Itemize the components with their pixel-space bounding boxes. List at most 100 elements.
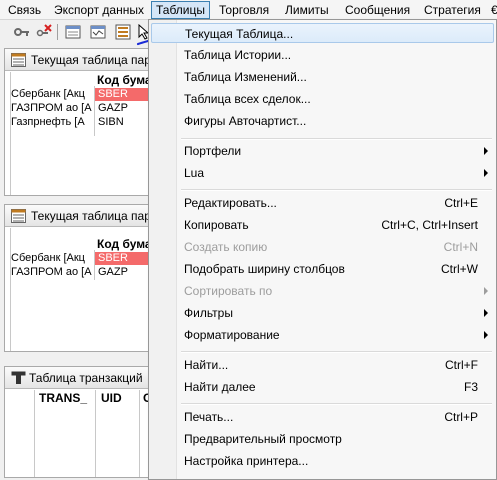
- menu-item-label: Портфели: [184, 144, 242, 158]
- menu-item-create-copy: Создать копию Ctrl+N: [151, 237, 494, 257]
- menu-more[interactable]: €: [487, 1, 497, 19]
- menu-item-label: Форматирование: [184, 328, 280, 342]
- menu-item-label: Подобрать ширину столбцов: [184, 262, 345, 276]
- menu-item-shortcut: F3: [463, 380, 478, 394]
- menu-separator: [181, 403, 492, 405]
- menu-item-edit[interactable]: Редактировать... Ctrl+E: [151, 193, 494, 213]
- key-icon[interactable]: [14, 24, 30, 40]
- table-icon: [11, 209, 26, 223]
- menu-item-label: Таблица Истории...: [184, 48, 292, 62]
- current-table-panel-2: Текущая таблица пар Код бума Сбербанк [А…: [4, 204, 154, 352]
- menu-item-shortcut: Ctrl+F: [445, 358, 478, 372]
- panel-title-bar[interactable]: Таблица транзакций: [5, 367, 153, 389]
- window-icon[interactable]: [90, 24, 106, 40]
- menu-item-label: Фигуры Авточартист...: [184, 114, 307, 128]
- menu-item-label: Редактировать...: [184, 196, 277, 210]
- panel-title: Текущая таблица пар: [31, 53, 151, 67]
- menu-strategy[interactable]: Стратегия: [420, 1, 485, 19]
- panel-grid: Код бума Сбербанк [Акц SBER ГАЗПРОМ ао […: [5, 72, 153, 195]
- menu-export[interactable]: Экспорт данных: [50, 1, 148, 19]
- column-divider: [95, 390, 96, 477]
- menu-item-print[interactable]: Печать... Ctrl+P: [151, 407, 494, 427]
- menu-item-changes-table[interactable]: Таблица Изменений...: [151, 67, 494, 87]
- transactions-panel: Таблица транзакций TRANS_ UID C: [4, 366, 154, 478]
- menu-item-label: Печать...: [184, 410, 234, 424]
- menu-item-find-next[interactable]: Найти далее F3: [151, 377, 494, 397]
- menu-item-shortcut: Ctrl+N: [443, 240, 478, 254]
- menu-item-label: Таблица Изменений...: [184, 70, 307, 84]
- list-icon[interactable]: [115, 24, 131, 40]
- menu-item-all-trades-table[interactable]: Таблица всех сделок...: [151, 89, 494, 109]
- row-code[interactable]: SBER: [95, 88, 153, 101]
- menu-svyaz[interactable]: Связь: [4, 1, 45, 19]
- menu-item-label: Текущая Таблица...: [185, 27, 294, 41]
- panel-grid: Код бума Сбербанк [Акц SBER ГАЗПРОМ ао […: [5, 228, 153, 351]
- menu-item-sort-by: Сортировать по: [151, 281, 494, 301]
- transactions-icon: [11, 371, 26, 384]
- column-header[interactable]: UID: [101, 391, 137, 405]
- panel-title-bar[interactable]: Текущая таблица пар: [5, 205, 153, 227]
- submenu-arrow-icon: [484, 147, 488, 155]
- row-header-strip: [5, 390, 35, 477]
- panel-title: Текущая таблица пар: [31, 209, 151, 223]
- panel-grid: TRANS_ UID C: [5, 390, 153, 477]
- panel-title: Таблица транзакций: [29, 371, 143, 385]
- menu-item-label: Копировать: [184, 218, 249, 232]
- row-name[interactable]: ГАЗПРОМ ао [А: [11, 266, 93, 279]
- menu-separator: [181, 351, 492, 353]
- menu-item-label: Таблица всех сделок...: [184, 92, 311, 106]
- submenu-arrow-icon: [484, 287, 488, 295]
- menu-item-formatting[interactable]: Форматирование: [151, 325, 494, 345]
- menu-separator: [181, 138, 492, 140]
- menu-item-printer-setup[interactable]: Настройка принтера...: [151, 451, 494, 471]
- menu-item-label: Создать копию: [184, 240, 268, 254]
- menu-item-shortcut: Ctrl+P: [444, 410, 478, 424]
- tables-dropdown-menu: Текущая Таблица... Таблица Истории... Та…: [148, 19, 497, 480]
- menu-item-label: Найти...: [184, 358, 229, 372]
- menu-item-portfolios[interactable]: Портфели: [151, 141, 494, 161]
- menu-item-history-table[interactable]: Таблица Истории...: [151, 45, 494, 65]
- row-code[interactable]: GAZP: [95, 266, 153, 279]
- menu-limits[interactable]: Лимиты: [281, 1, 333, 19]
- menu-item-lua[interactable]: Lua: [151, 163, 494, 183]
- column-header-code[interactable]: Код бума: [97, 237, 153, 251]
- disconnect-icon[interactable]: [36, 24, 52, 40]
- menu-item-copy[interactable]: Копировать Ctrl+C, Ctrl+Insert: [151, 215, 494, 235]
- row-name[interactable]: Сбербанк [Акц: [11, 88, 93, 101]
- menu-messages[interactable]: Сообщения: [341, 1, 414, 19]
- menu-item-fit-columns[interactable]: Подобрать ширину столбцов Ctrl+W: [151, 259, 494, 279]
- row-name[interactable]: Газпрнефть [А: [11, 116, 93, 129]
- menu-trading[interactable]: Торговля: [215, 1, 273, 19]
- menu-item-find[interactable]: Найти... Ctrl+F: [151, 355, 494, 375]
- menu-item-current-table[interactable]: Текущая Таблица...: [151, 23, 494, 43]
- toolbar-separator: [57, 24, 58, 40]
- menu-item-autochartist[interactable]: Фигуры Авточартист...: [151, 111, 494, 131]
- submenu-arrow-icon: [484, 169, 488, 177]
- row-name[interactable]: ГАЗПРОМ ао [А: [11, 102, 93, 115]
- menu-item-shortcut: Ctrl+E: [444, 196, 478, 210]
- menu-item-label: Lua: [184, 166, 205, 180]
- row-code[interactable]: SIBN: [95, 116, 153, 129]
- menu-item-label: Найти далее: [184, 380, 256, 394]
- menu-item-label: Настройка принтера...: [184, 454, 309, 468]
- column-header[interactable]: TRANS_: [39, 391, 93, 405]
- menu-item-shortcut: Ctrl+W: [441, 262, 478, 276]
- menu-item-label: Фильтры: [184, 306, 233, 320]
- column-header-code[interactable]: Код бума: [97, 73, 153, 87]
- menu-item-print-preview[interactable]: Предварительный просмотр: [151, 429, 494, 449]
- row-header-strip: [5, 228, 11, 351]
- menu-separator: [181, 189, 492, 191]
- menu-item-label: Предварительный просмотр: [184, 432, 342, 446]
- panel-title-bar[interactable]: Текущая таблица пар: [5, 49, 153, 71]
- row-code[interactable]: SBER: [95, 252, 153, 265]
- column-divider: [139, 390, 140, 477]
- menu-item-label: Сортировать по: [184, 284, 273, 298]
- table-icon[interactable]: [65, 24, 81, 40]
- menu-bar: Связь Экспорт данных Таблицы Торговля Ли…: [0, 0, 497, 20]
- submenu-arrow-icon: [484, 309, 488, 317]
- submenu-arrow-icon: [484, 331, 488, 339]
- row-name[interactable]: Сбербанк [Акц: [11, 252, 93, 265]
- menu-item-filters[interactable]: Фильтры: [151, 303, 494, 323]
- row-code[interactable]: GAZP: [95, 102, 153, 115]
- menu-tables[interactable]: Таблицы: [151, 1, 211, 19]
